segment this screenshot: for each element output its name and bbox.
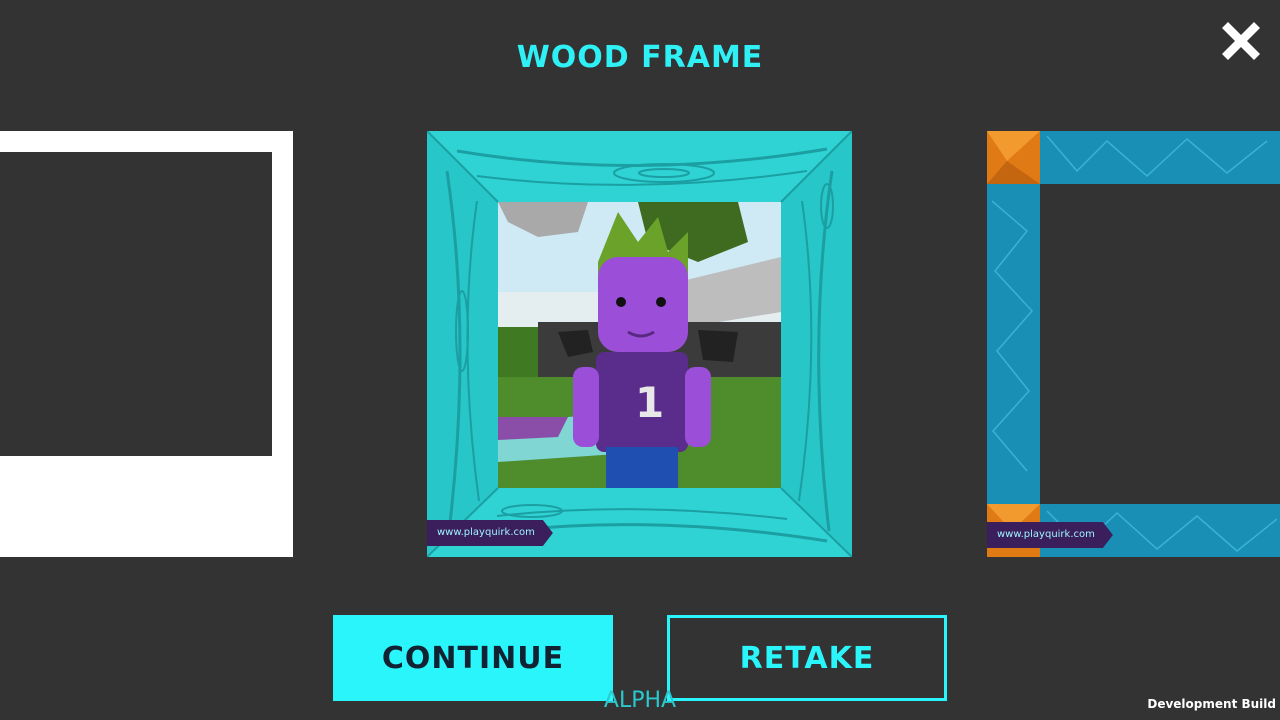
dev-build-label: Development Build — [1147, 697, 1276, 711]
watermark-tag: www.playquirk.com — [427, 520, 553, 546]
page-title: WOOD FRAME — [516, 40, 764, 75]
watermark-tag-right: www.playquirk.com — [987, 522, 1113, 548]
close-button[interactable] — [1214, 14, 1268, 68]
close-icon — [1222, 22, 1260, 60]
frame-option-left[interactable] — [0, 131, 293, 557]
frame-option-selected[interactable]: 1 www.playquirk.com — [427, 131, 852, 557]
alpha-label: ALPHA — [603, 688, 677, 713]
frame-option-right[interactable]: www.playquirk.com — [987, 131, 1280, 557]
frame-photo-slot — [0, 152, 272, 456]
